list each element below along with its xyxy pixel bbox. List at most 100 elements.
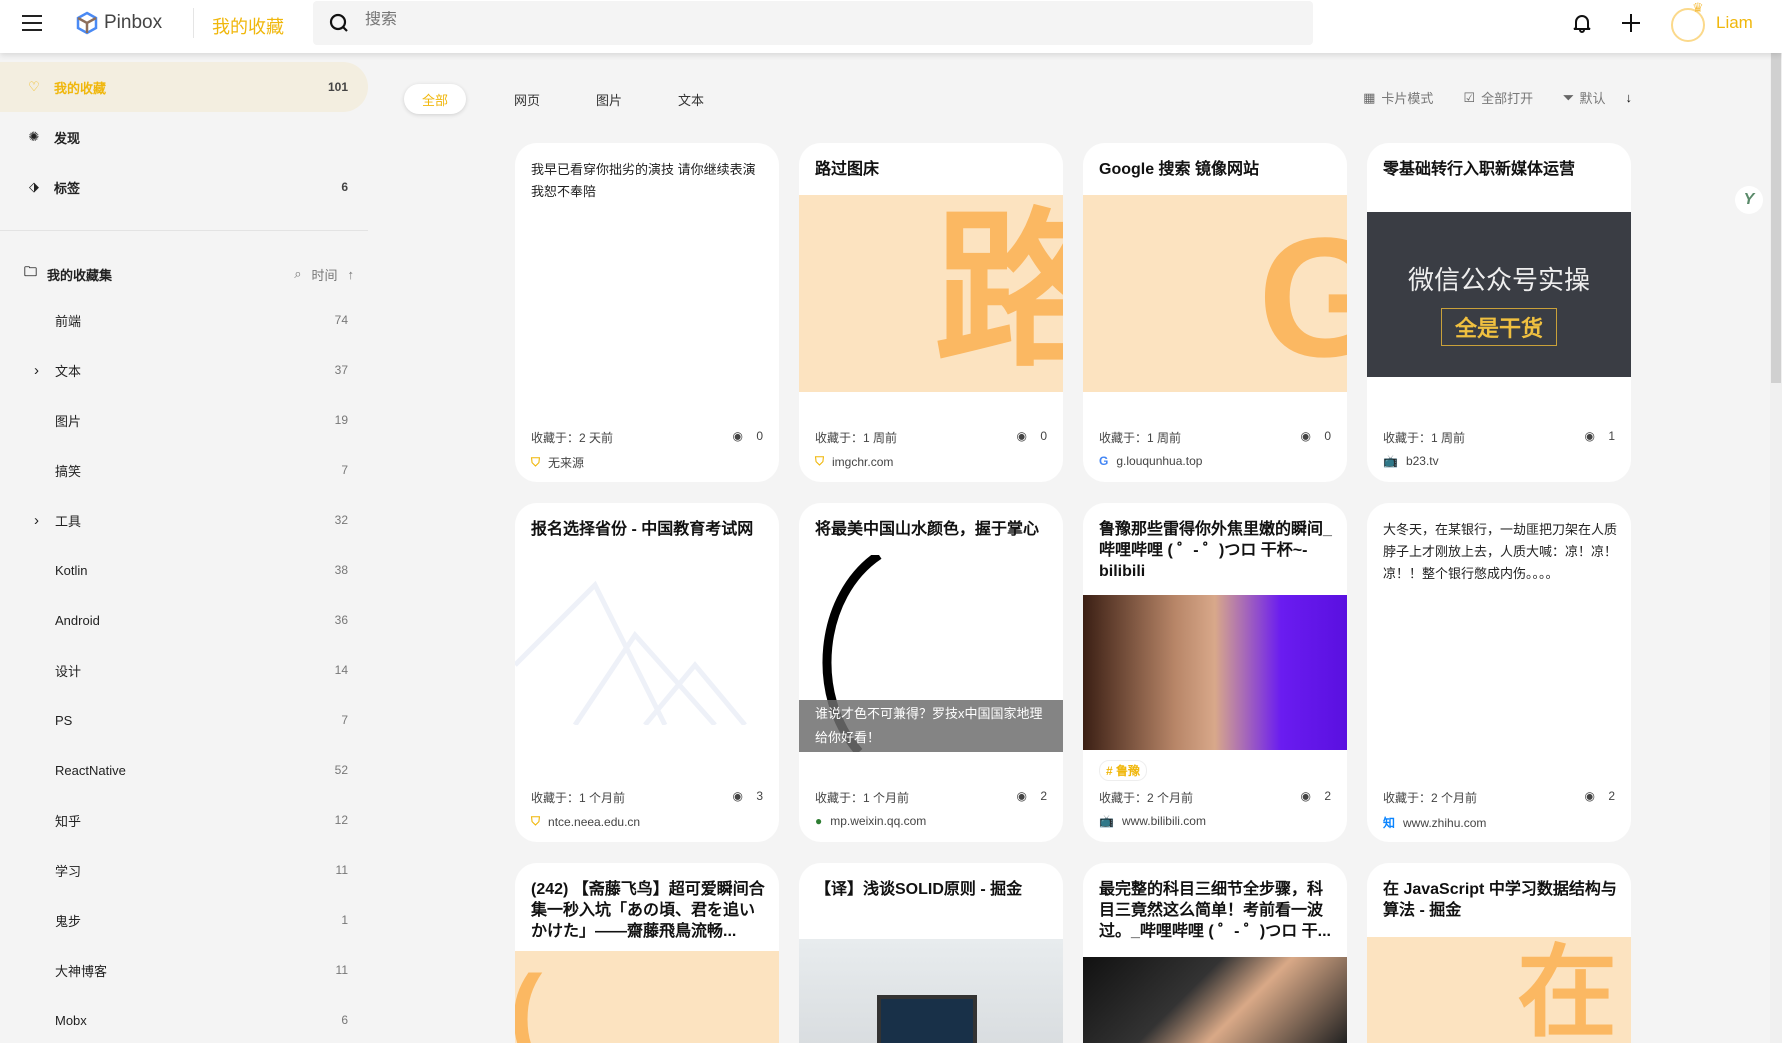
arrow-down-icon[interactable]: ↓: [1626, 90, 1633, 105]
source-domain: imgchr.com: [832, 454, 894, 469]
menu-icon[interactable]: [22, 15, 42, 31]
collection-item[interactable]: 鬼步 1: [0, 897, 368, 943]
bookmark-card[interactable]: 我早已看穿你拙劣的演技 请你继续表演 我恕不奉陪 收藏于：2 天前 ◉ 0 ⛉ 无来源: [515, 143, 779, 482]
card-title[interactable]: Google 搜索 镜像网站: [1099, 159, 1333, 180]
bell-icon[interactable]: [1573, 13, 1591, 33]
bookmark-card[interactable]: 零基础转行入职新媒体运营 微信公众号实操 全是干货 收藏于：1 周前 ◉ 1 📺 b23.t…: [1367, 143, 1631, 482]
logo[interactable]: Pinbox: [76, 11, 162, 35]
card-meta: 收藏于：1 个月前 ◉ 2: [815, 789, 1047, 806]
view-count: ◉ 0: [733, 429, 764, 446]
bookmark-card[interactable]: 鲁豫那些雷得你外焦里嫩的瞬间_哔哩哔哩 ( ゜- ゜)つロ 干杯~-bilibi…: [1083, 503, 1347, 842]
card-source[interactable]: ● mp.weixin.qq.com: [815, 814, 926, 828]
card-title[interactable]: 鲁豫那些雷得你外焦里嫩的瞬间_哔哩哔哩 ( ゜- ゜)つロ 干杯~-bilibi…: [1099, 519, 1333, 582]
card-source[interactable]: ⛉ ntce.neea.edu.cn: [531, 814, 640, 829]
collection-count: 1: [341, 913, 348, 927]
collection-count: 7: [341, 713, 348, 727]
collection-item[interactable]: PS 7: [0, 697, 368, 743]
card-title[interactable]: 路过图床: [815, 159, 1049, 180]
bookmark-card[interactable]: 大冬天，在某银行，一劫匪把刀架在人质脖子上才刚放上去，人质大喊：凉！凉！凉！！整…: [1367, 503, 1631, 842]
view-count: ◉ 2: [1301, 789, 1332, 806]
collection-item[interactable]: Mobx 6: [0, 997, 368, 1043]
search-collections-icon[interactable]: ⌕: [294, 266, 301, 282]
collection-item[interactable]: 大神博客 11: [0, 947, 368, 993]
card-source[interactable]: ⛉ imgchr.com: [815, 454, 893, 469]
card-title[interactable]: (242) 【斋藤飞鸟】超可爱瞬间合集一秒入坑「あの頃、君を追いかけた」——齋藤…: [531, 879, 765, 942]
sidebar-item-2[interactable]: ⬗ 标签 6: [0, 162, 368, 212]
sidebar-item-label: 发现: [54, 130, 81, 146]
sidebar-item-0[interactable]: ♡ 我的收藏 101: [0, 62, 368, 112]
card-source[interactable]: 📺 www.bilibili.com: [1099, 814, 1206, 828]
collections-title: 我的收藏集: [47, 267, 113, 283]
bookmark-card[interactable]: 最完整的科目三细节全步骤，科目三竟然这么简单！考前看一波过。_哔哩哔哩 ( ゜-…: [1083, 863, 1347, 1043]
collection-item[interactable]: 知乎 12: [0, 797, 368, 843]
open-all-button[interactable]: ☑ 全部打开: [1463, 88, 1533, 107]
card-title[interactable]: 在 JavaScript 中学习数据结构与算法 - 掘金: [1383, 879, 1617, 921]
tab-2[interactable]: 图片: [568, 84, 650, 114]
card-title[interactable]: 【译】浅谈SOLID原则 - 掘金: [815, 879, 1049, 900]
card-title[interactable]: 报名选择省份 - 中国教育考试网: [531, 519, 765, 540]
tab-1[interactable]: 网页: [486, 84, 568, 114]
card-mode-button[interactable]: ▦ 卡片模式: [1363, 88, 1433, 107]
eye-icon: ◉: [1016, 789, 1031, 803]
bookmark-card[interactable]: Google 搜索 镜像网站 G 收藏于：1 周前 ◉ 0 Gg.louqunhua.t…: [1083, 143, 1347, 482]
bookmark-card[interactable]: 【译】浅谈SOLID原则 - 掘金: [799, 863, 1063, 1043]
sort-by-time-button[interactable]: 时间: [311, 265, 337, 284]
search-bar[interactable]: [313, 1, 1313, 45]
bookmark-card[interactable]: 将最美中国山水颜色，握于掌心谁说才色不可兼得？罗技x中国国家地理给你好看！ 收藏于…: [799, 503, 1063, 842]
collection-label: 搞笑: [55, 463, 82, 479]
sidebar-divider: [0, 230, 368, 231]
collection-item[interactable]: ReactNative 52: [0, 747, 368, 793]
search-input[interactable]: [365, 11, 1265, 29]
saved-time: 收藏于：1 个月前: [815, 791, 910, 805]
card-tag[interactable]: # 鲁豫: [1099, 760, 1148, 781]
collection-item[interactable]: Kotlin 38: [0, 547, 368, 593]
card-image: (: [515, 951, 779, 1043]
brand-name: Pinbox: [104, 12, 163, 33]
card-source[interactable]: 知 www.zhihu.com: [1383, 814, 1486, 831]
collection-item[interactable]: › 文本 37: [0, 347, 368, 393]
collection-label: PS: [55, 712, 73, 728]
heart-icon: ♡: [28, 79, 40, 94]
card-source[interactable]: Gg.louqunhua.top: [1099, 454, 1202, 468]
collection-label: ReactNative: [55, 762, 126, 778]
card-source[interactable]: ⛉ 无来源: [531, 454, 584, 471]
collection-item[interactable]: Android 36: [0, 597, 368, 643]
collection-count: 36: [334, 613, 348, 627]
sidebar-item-1[interactable]: ✺ 发现: [0, 112, 368, 162]
collection-item[interactable]: 前端 74: [0, 297, 368, 343]
collection-item[interactable]: 图片 19: [0, 397, 368, 443]
floating-helper-button[interactable]: Y: [1735, 186, 1763, 214]
chevron-right-icon[interactable]: ›: [34, 512, 39, 529]
bookmark-card[interactable]: 路过图床路收藏于：1 周前 ◉ 0 ⛉ imgchr.com: [799, 143, 1063, 482]
card-title[interactable]: 将最美中国山水颜色，握于掌心: [815, 519, 1049, 540]
image-caption: 谁说才色不可兼得？罗技x中国国家地理给你好看！: [799, 700, 1063, 752]
bookmark-card[interactable]: (242) 【斋藤飞鸟】超可爱瞬间合集一秒入坑「あの頃、君を追いかけた」——齋藤…: [515, 863, 779, 1043]
card-title[interactable]: 最完整的科目三细节全步骤，科目三竟然这么简单！考前看一波过。_哔哩哔哩 ( ゜-…: [1099, 879, 1333, 942]
view-count: ◉ 2: [1585, 789, 1616, 806]
scrollbar-thumb[interactable]: [1771, 53, 1781, 383]
collection-count: 52: [334, 763, 348, 777]
tab-0[interactable]: 全部: [404, 84, 466, 114]
collection-label: 图片: [55, 413, 82, 429]
collection-item[interactable]: 学习 11: [0, 847, 368, 893]
bookmark-card[interactable]: 在 JavaScript 中学习数据结构与算法 - 掘金在: [1367, 863, 1631, 1043]
collection-item[interactable]: 设计 14: [0, 647, 368, 693]
discover-icon: ✺: [28, 129, 40, 144]
bookmark-card[interactable]: 报名选择省份 - 中国教育考试网 收藏于：1 个月前 ◉ 3 ⛉ ntce.neea.e…: [515, 503, 779, 842]
chevron-right-icon[interactable]: ›: [34, 362, 39, 379]
sidebar: 🗀 我的收藏集 ⌕ 时间 ↑ ♡ 我的收藏 101 ✺ 发现 ⬗ 标签 6 前端 74 › 文本 37 图…: [0, 53, 370, 1043]
eye-icon: ◉: [1584, 789, 1599, 803]
collection-label: 文本: [55, 363, 82, 379]
card-title[interactable]: 零基础转行入职新媒体运营: [1383, 159, 1617, 180]
sidebar-item-label: 我的收藏: [54, 80, 107, 96]
collection-item[interactable]: 搞笑 7: [0, 447, 368, 493]
collection-item[interactable]: › 工具 32: [0, 497, 368, 543]
collection-count: 32: [334, 513, 348, 527]
card-source[interactable]: 📺 b23.tv: [1383, 454, 1439, 468]
card-meta: 收藏于：1 周前 ◉ 0: [1099, 429, 1331, 446]
user-name[interactable]: Liam: [1716, 13, 1753, 33]
tab-3[interactable]: 文本: [650, 84, 732, 114]
arrow-up-icon[interactable]: ↑: [348, 267, 355, 282]
sort-button[interactable]: ⏷ 默认 ↓: [1563, 88, 1632, 107]
add-icon[interactable]: [1621, 13, 1641, 33]
